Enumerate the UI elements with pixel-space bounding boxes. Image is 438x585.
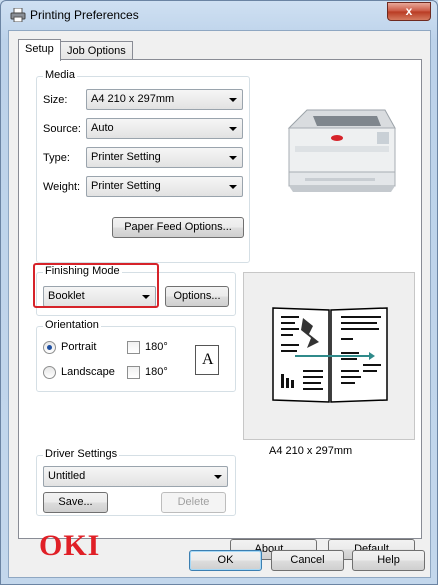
tab-job-options[interactable]: Job Options: [60, 41, 133, 61]
tab-job-options-label: Job Options: [67, 45, 126, 57]
printer-icon: [10, 8, 26, 22]
delete-settings-button[interactable]: Delete: [161, 492, 226, 513]
size-dropdown[interactable]: A4 210 x 297mm: [86, 89, 243, 110]
chevron-down-icon: [214, 475, 222, 479]
driver-settings-dropdown[interactable]: Untitled: [43, 466, 228, 487]
chevron-down-icon: [229, 185, 237, 189]
booklet-preview-icon: [272, 307, 388, 403]
portrait-label: Portrait: [61, 341, 97, 353]
paper-feed-options-button[interactable]: Paper Feed Options...: [112, 217, 244, 238]
close-icon: x: [405, 4, 413, 18]
page-orientation-icon: A: [195, 345, 219, 375]
landscape-label: Landscape: [61, 366, 115, 378]
finishing-mode-highlight: [33, 263, 159, 308]
chevron-down-icon: [229, 98, 237, 102]
title-bar: Printing Preferences x: [1, 1, 437, 29]
ok-button[interactable]: OK: [189, 550, 262, 571]
oki-logo: OKI: [39, 529, 101, 562]
source-value: Auto: [91, 122, 114, 134]
source-label: Source:: [43, 123, 81, 135]
paper-size-caption: A4 210 x 297mm: [269, 445, 353, 457]
tab-setup-label: Setup: [25, 43, 54, 55]
dialog-client-area: Setup Job Options Media Size: A4 210 x 2…: [8, 30, 431, 578]
orientation-title: Orientation: [43, 319, 101, 331]
save-settings-button[interactable]: Save...: [43, 492, 108, 513]
finishing-options-button[interactable]: Options...: [165, 286, 229, 307]
driver-settings-value: Untitled: [48, 470, 86, 482]
type-label: Type:: [43, 152, 70, 164]
portrait-rotate-label: 180°: [145, 341, 168, 353]
size-label: Size:: [43, 94, 68, 106]
source-dropdown[interactable]: Auto: [86, 118, 243, 139]
setup-tab-panel: Media Size: A4 210 x 297mm Source: Auto …: [18, 59, 422, 562]
chevron-down-icon: [229, 127, 237, 131]
booklet-preview-panel: [243, 272, 415, 440]
printer-image: [287, 109, 396, 192]
orientation-group: Orientation Portrait 180° Landscape 180°…: [36, 319, 236, 392]
size-value: A4 210 x 297mm: [91, 93, 175, 105]
driver-settings-group: Driver Settings Untitled Save... Delete: [36, 448, 236, 516]
weight-label: Weight:: [43, 181, 81, 193]
close-button[interactable]: x: [387, 2, 431, 21]
landscape-rotate-label: 180°: [145, 366, 168, 378]
driver-settings-title: Driver Settings: [43, 448, 120, 460]
portrait-rotate-checkbox[interactable]: [127, 341, 140, 354]
weight-dropdown[interactable]: Printer Setting: [86, 176, 243, 197]
tab-setup[interactable]: Setup: [18, 39, 61, 61]
cancel-button[interactable]: Cancel: [271, 550, 344, 571]
landscape-radio[interactable]: [43, 366, 56, 379]
portrait-radio[interactable]: [43, 341, 56, 354]
type-dropdown[interactable]: Printer Setting: [86, 147, 243, 168]
help-button[interactable]: Help: [352, 550, 425, 571]
media-group: Media Size: A4 210 x 297mm Source: Auto …: [36, 69, 250, 263]
chevron-down-icon: [229, 156, 237, 160]
page-orientation-glyph: A: [202, 351, 214, 368]
weight-value: Printer Setting: [91, 180, 161, 192]
landscape-rotate-checkbox[interactable]: [127, 366, 140, 379]
media-group-title: Media: [43, 69, 77, 81]
printing-preferences-window: Printing Preferences x Setup Job Options…: [0, 0, 438, 585]
type-value: Printer Setting: [91, 151, 161, 163]
window-title: Printing Preferences: [30, 8, 139, 22]
